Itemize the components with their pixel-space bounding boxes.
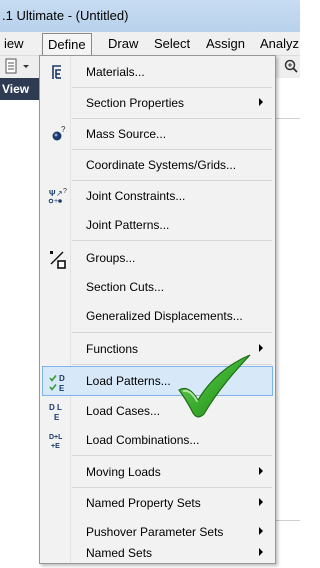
- svg-text:D L: D L: [49, 403, 62, 412]
- menu-item-coordinate-systems[interactable]: Coordinate Systems/Grids...: [42, 150, 273, 180]
- menu-item-section-properties[interactable]: Section Properties: [42, 88, 273, 118]
- separator: [72, 455, 272, 456]
- menu-item-mass-source[interactable]: ? Mass Source...: [42, 119, 273, 149]
- separator: [72, 240, 272, 241]
- svg-text:+: +: [54, 198, 58, 205]
- menu-select[interactable]: Select: [154, 36, 190, 51]
- menu-item-section-cuts[interactable]: Section Cuts...: [42, 272, 273, 302]
- menu-item-label: Groups...: [86, 251, 136, 265]
- mass-source-icon: ?: [48, 125, 68, 143]
- divider: [276, 118, 300, 119]
- menu-item-label: Joint Patterns...: [86, 218, 170, 232]
- menu-item-label: Joint Constraints...: [86, 189, 186, 203]
- menu-view[interactable]: iew: [4, 36, 24, 51]
- menu-item-groups[interactable]: Groups...: [42, 243, 273, 273]
- submenu-arrow-icon: [259, 548, 263, 556]
- load-patterns-icon: D E: [49, 373, 69, 393]
- window-title: .1 Ultimate - (Untitled): [2, 8, 129, 23]
- menu-item-joint-patterns[interactable]: Joint Patterns...: [42, 210, 273, 240]
- svg-text:↗: ↗: [56, 189, 63, 198]
- svg-text:D: D: [59, 374, 65, 383]
- checkmark-icon: [176, 352, 256, 422]
- menu-item-label: Materials...: [86, 65, 145, 79]
- submenu-arrow-icon: [259, 98, 263, 106]
- divider: [276, 520, 300, 521]
- menu-item-label: Functions: [86, 342, 139, 356]
- svg-text:?: ?: [61, 125, 66, 134]
- menu-item-label: Named Property Sets: [86, 496, 201, 510]
- menu-item-label: Pushover Parameter Sets: [86, 525, 224, 539]
- title-bar: .1 Ultimate - (Untitled): [0, 0, 300, 32]
- svg-text:E: E: [59, 384, 65, 393]
- submenu-arrow-icon: [259, 498, 263, 506]
- menu-item-joint-constraints[interactable]: Ψ ↗ ? + Joint Constraints...: [42, 181, 273, 211]
- menu-item-label: Generalized Displacements...: [86, 309, 243, 323]
- menu-assign[interactable]: Assign: [206, 36, 245, 51]
- menu-draw[interactable]: Draw: [108, 36, 138, 51]
- menu-bar: iew Define Draw Select Assign Analyz: [0, 32, 300, 56]
- menu-item-label: Load Cases...: [86, 404, 161, 418]
- svg-text:?: ?: [63, 188, 67, 195]
- menu-item-named-property-sets[interactable]: Named Property Sets: [42, 488, 273, 518]
- joint-constraints-icon: Ψ ↗ ? +: [48, 187, 68, 205]
- menu-define[interactable]: Define: [42, 33, 92, 55]
- dropdown-arrow-icon[interactable]: [22, 58, 30, 77]
- menu-item-label: Named Sets: [86, 546, 153, 560]
- menu-item-label: Section Cuts...: [86, 280, 165, 294]
- menu-item-label: Mass Source...: [86, 127, 167, 141]
- menu-item-load-combinations[interactable]: D+L +E Load Combinations...: [42, 425, 273, 455]
- groups-icon: [48, 249, 68, 269]
- menu-item-label: Section Properties: [86, 96, 185, 110]
- svg-text:Ψ: Ψ: [49, 189, 56, 198]
- menu-item-moving-loads[interactable]: Moving Loads: [42, 457, 273, 487]
- load-cases-icon: D L E: [48, 402, 68, 422]
- svg-text:D+L: D+L: [49, 434, 63, 441]
- load-combinations-icon: D+L +E: [48, 431, 68, 450]
- materials-icon: [48, 63, 68, 81]
- submenu-arrow-icon: [259, 344, 263, 352]
- define-dropdown-menu: Materials... Section Properties ? Mass S…: [39, 55, 276, 564]
- svg-text:E: E: [54, 413, 60, 422]
- menu-analyze[interactable]: Analyz: [260, 36, 299, 51]
- menu-item-label: Load Patterns...: [86, 374, 171, 388]
- menu-item-label: Moving Loads: [86, 465, 161, 479]
- submenu-arrow-icon: [259, 527, 263, 535]
- menu-item-generalized-displacements[interactable]: Generalized Displacements...: [42, 301, 273, 331]
- svg-text:+E: +E: [51, 443, 60, 450]
- separator: [72, 332, 272, 333]
- menu-item-materials[interactable]: Materials...: [42, 57, 273, 87]
- zoom-icon[interactable]: [283, 58, 299, 77]
- submenu-arrow-icon: [259, 467, 263, 475]
- menu-item-label: Load Combinations...: [86, 433, 200, 447]
- document-icon[interactable]: [3, 58, 19, 77]
- menu-item-label: Coordinate Systems/Grids...: [86, 158, 237, 172]
